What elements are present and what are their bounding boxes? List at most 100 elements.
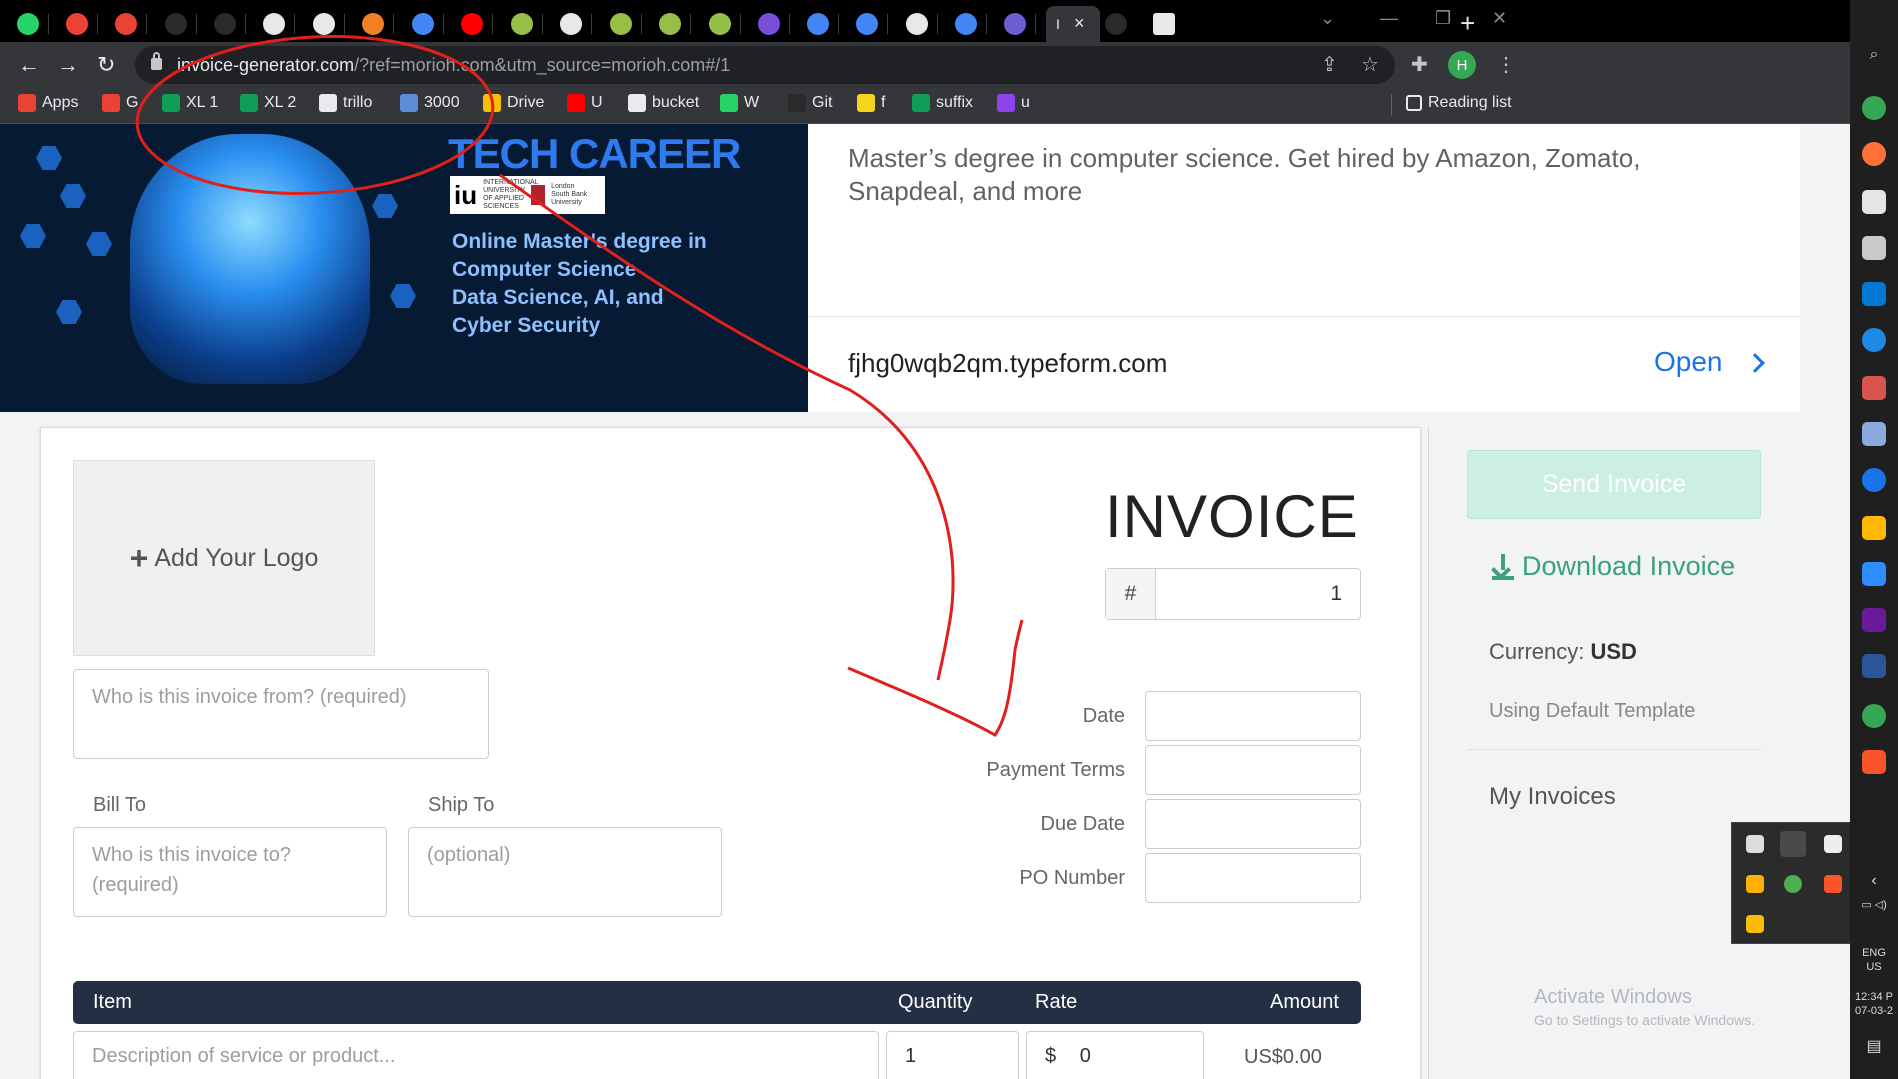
taskbar-firefox-icon[interactable] — [1862, 142, 1886, 166]
browser-tab[interactable] — [551, 6, 592, 42]
close-tab-icon[interactable]: × — [1074, 13, 1085, 34]
invoice-number-value[interactable]: 1 — [1156, 569, 1360, 619]
taskbar-app-icon[interactable] — [1862, 422, 1886, 446]
taskbar-app-icon[interactable] — [1862, 236, 1886, 260]
template-link[interactable]: Using Default Template — [1489, 700, 1695, 723]
taskbar-maps-icon[interactable] — [1862, 328, 1886, 352]
bookmark-apps[interactable]: Apps — [18, 94, 78, 112]
bookmark-u[interactable]: U — [567, 94, 603, 112]
tray-chrome-icon[interactable] — [1784, 875, 1802, 893]
quantity-column-header[interactable]: Quantity — [898, 991, 972, 1014]
tray-visual-studio-icon[interactable] — [1780, 831, 1806, 857]
clock[interactable]: 12:34 P 07-03-2 — [1850, 990, 1898, 1018]
browser-tab[interactable] — [403, 6, 444, 42]
browser-tab[interactable] — [897, 6, 938, 42]
bookmark-w[interactable]: W — [720, 94, 759, 112]
amount-column-header[interactable]: Amount — [1270, 991, 1339, 1014]
taskbar-app-icon[interactable] — [1862, 190, 1886, 214]
payment-terms-input[interactable] — [1145, 745, 1361, 795]
browser-tab[interactable] — [700, 6, 741, 42]
bookmark-trillo[interactable]: trillo — [319, 94, 372, 112]
bookmark-suffix[interactable]: suffix — [912, 94, 973, 112]
bookmark-3000[interactable]: 3000 — [400, 94, 460, 112]
notifications-icon[interactable]: ▤ — [1850, 1039, 1898, 1055]
network-icon[interactable]: ▭ ◁) — [1850, 898, 1898, 912]
item-description-input[interactable]: Description of service or product... — [73, 1031, 879, 1079]
bookmark-g[interactable]: G — [102, 94, 138, 112]
item-rate-input[interactable]: $ 0 — [1026, 1031, 1204, 1079]
my-invoices-link[interactable]: My Invoices — [1489, 783, 1616, 811]
url-text[interactable]: invoice-generator.com/?ref=morioh.com&ut… — [177, 55, 730, 76]
browser-tab[interactable] — [749, 6, 790, 42]
extensions-icon[interactable]: ✚ — [1411, 52, 1428, 77]
taskbar-intellij-icon[interactable] — [1862, 608, 1886, 632]
back-icon[interactable]: ← — [18, 52, 40, 78]
profile-avatar[interactable]: H — [1448, 51, 1476, 79]
tab-github[interactable] — [1096, 6, 1136, 42]
reload-icon[interactable]: ↻ — [97, 52, 115, 78]
ad-banner-image[interactable]: TECH CAREER iu INTERNATIONAL UNIVERSITY … — [0, 124, 808, 412]
taskbar-brave-icon[interactable] — [1862, 750, 1886, 774]
taskbar-vscode-icon[interactable] — [1862, 282, 1886, 306]
ad-text-panel[interactable]: Master’s degree in computer science. Get… — [808, 124, 1800, 412]
browser-tab[interactable] — [8, 6, 49, 42]
language-indicator[interactable]: ENG US — [1850, 946, 1898, 974]
bookmark-u[interactable]: u — [997, 94, 1030, 112]
taskbar-app-icon[interactable] — [1862, 376, 1886, 400]
taskbar-app-icon[interactable] — [1862, 468, 1886, 492]
share-icon[interactable]: ⇪ — [1321, 52, 1338, 77]
browser-tab[interactable] — [452, 6, 493, 42]
date-input[interactable] — [1145, 691, 1361, 741]
browser-tab[interactable] — [847, 6, 888, 42]
bookmark-git[interactable]: Git — [788, 94, 832, 112]
browser-tab[interactable] — [601, 6, 642, 42]
browser-tab[interactable] — [946, 6, 987, 42]
item-column-header[interactable]: Item — [93, 991, 132, 1014]
ad-open-link[interactable]: Open — [1654, 346, 1723, 378]
bookmark-star-icon[interactable]: ☆ — [1361, 52, 1379, 77]
invoice-number-field[interactable]: # 1 — [1105, 568, 1361, 620]
po-number-input[interactable] — [1145, 853, 1361, 903]
tray-drive-icon[interactable] — [1746, 915, 1764, 933]
menu-icon[interactable]: ⋮ — [1496, 52, 1516, 77]
due-date-input[interactable] — [1145, 799, 1361, 849]
tray-brave-icon[interactable] — [1824, 875, 1842, 893]
taskbar-chrome-profile-icon[interactable] — [1862, 704, 1886, 728]
active-tab[interactable]: I × — [1046, 6, 1100, 42]
taskbar-zoom-icon[interactable] — [1862, 562, 1886, 586]
bookmark-f[interactable]: f — [857, 94, 885, 112]
browser-tab[interactable] — [353, 6, 394, 42]
search-icon[interactable]: ⌕ — [1850, 47, 1898, 63]
ship-to-field[interactable]: (optional) — [408, 827, 722, 917]
item-quantity-input[interactable]: 1 — [886, 1031, 1019, 1079]
address-bar[interactable]: invoice-generator.com/?ref=morioh.com&ut… — [135, 46, 1395, 84]
download-invoice-button[interactable]: Download Invoice — [1492, 551, 1735, 582]
invoice-from-field[interactable]: Who is this invoice from? (required) — [73, 669, 489, 759]
forward-icon[interactable]: → — [57, 52, 79, 78]
invoice-title[interactable]: INVOICE — [1105, 482, 1359, 551]
browser-tab[interactable] — [57, 6, 98, 42]
rate-column-header[interactable]: Rate — [1035, 991, 1077, 1014]
bookmark-drive[interactable]: Drive — [483, 94, 544, 112]
bill-to-field[interactable]: Who is this invoice to? (required) — [73, 827, 387, 917]
close-window-icon[interactable]: ✕ — [1492, 8, 1507, 29]
browser-tab[interactable] — [304, 6, 345, 42]
taskbar-chrome-icon[interactable] — [1862, 96, 1886, 120]
bookmark-xl-1[interactable]: XL 1 — [162, 94, 218, 112]
tray-app-icon[interactable] — [1746, 835, 1764, 853]
add-logo-button[interactable]: + Add Your Logo — [73, 460, 375, 656]
browser-tab[interactable] — [254, 6, 295, 42]
browser-tab[interactable] — [798, 6, 839, 42]
currency-selector[interactable]: Currency: USD — [1489, 639, 1637, 665]
taskbar-word-icon[interactable] — [1862, 654, 1886, 678]
tray-expand-chevron-icon[interactable]: ‹ — [1850, 873, 1898, 889]
browser-tab[interactable] — [502, 6, 543, 42]
bookmark-xl-2[interactable]: XL 2 — [240, 94, 296, 112]
send-invoice-button[interactable]: Send Invoice — [1467, 450, 1761, 519]
taskbar-file-explorer-icon[interactable] — [1862, 516, 1886, 540]
browser-tab[interactable] — [205, 6, 246, 42]
browser-tab[interactable] — [156, 6, 197, 42]
restore-icon[interactable]: ❐ — [1435, 8, 1451, 29]
bookmark-bucket[interactable]: bucket — [628, 94, 699, 112]
tray-shield-icon[interactable] — [1746, 875, 1764, 893]
